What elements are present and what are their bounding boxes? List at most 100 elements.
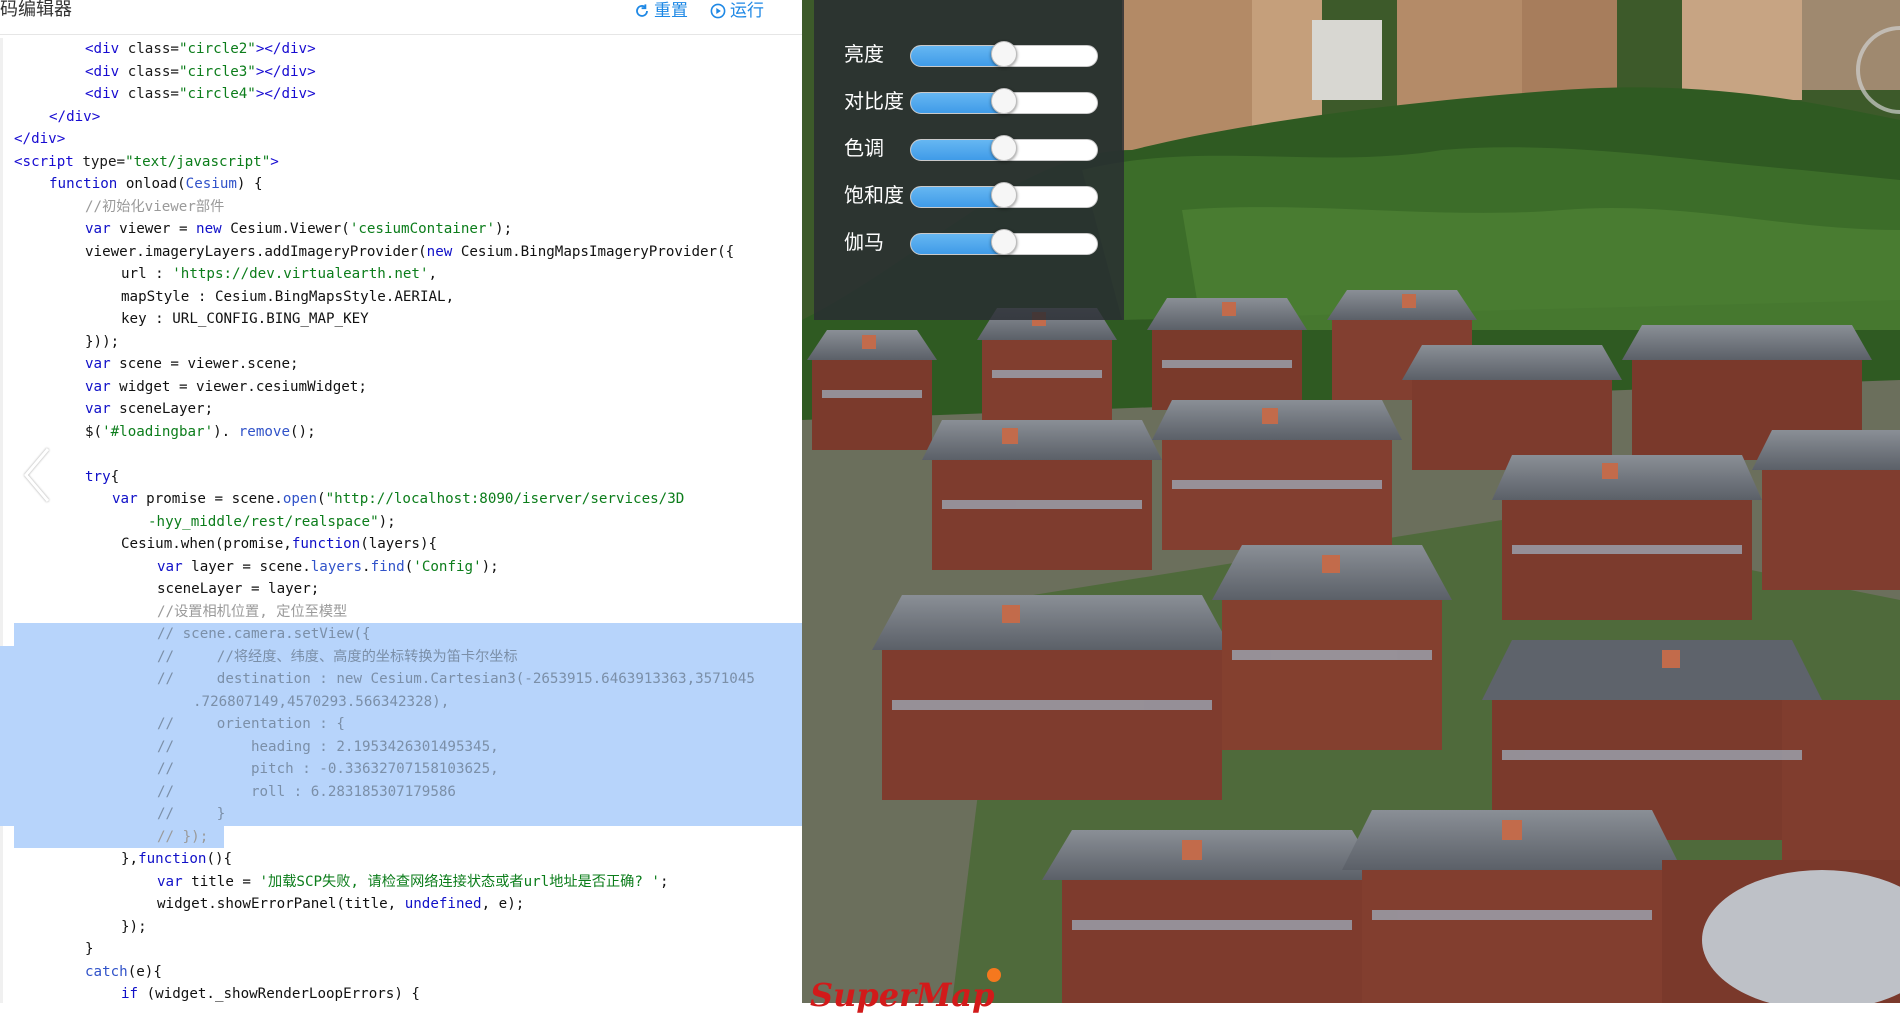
code-token: //设置相机位置, 定位至模型 [157,603,348,620]
code-line[interactable]: viewer.imageryLayers.addImageryProvider(… [0,241,802,264]
code-line[interactable]: })); [0,331,802,354]
code-text: var widget = viewer.cesiumWidget; [85,376,367,399]
code-line[interactable]: </div> [0,106,802,129]
code-line[interactable]: // } [0,803,802,826]
code-token: try [85,468,111,485]
code-line[interactable]: <div class="circle4"></div> [0,83,802,106]
code-editor[interactable]: 码编辑器 重置 运行 <div class="circle2"></div> <d… [0,0,802,1003]
code-token: (e){ [127,963,162,980]
code-token: . [362,558,371,575]
code-token: var [157,558,192,575]
code-area[interactable]: <div class="circle2"></div> <div class="c… [0,38,802,1003]
code-token: 'https://dev.virtualearth.net' [172,266,429,282]
run-button[interactable]: 运行 [710,0,764,22]
code-line[interactable]: <script type="text/javascript"> [0,151,802,174]
code-line[interactable]: // destination : new Cesium.Cartesian3(-… [0,668,802,691]
code-line[interactable]: var sceneLayer; [0,398,802,421]
code-token: { [110,468,120,485]
code-line[interactable]: </div> [0,128,802,151]
code-line[interactable]: // heading : 2.1953426301495345, [0,735,802,758]
code-line[interactable]: url : 'https://dev.virtualearth.net', [0,263,802,286]
code-line[interactable]: // scene.camera.setView({ [14,623,802,646]
code-text: sceneLayer = layer; [157,578,319,601]
code-token: ); [495,221,513,237]
code-token: sceneLayer; [119,401,214,417]
code-line[interactable]: var title = '加载SCP失败, 请检查网络连接状态或者url地址是否… [0,871,802,894]
chevron-left-icon[interactable] [22,445,52,505]
code-token: })); [85,333,120,350]
code-line[interactable]: // //将经度、纬度、高度的坐标转换为笛卡尔坐标 [0,645,802,668]
code-line[interactable]: catch(e){ [0,961,802,984]
slider-handle[interactable] [991,41,1017,67]
slider-label: 亮度 [844,42,884,66]
slider-handle[interactable] [991,182,1017,208]
code-token: promise = scene. [146,491,283,507]
reset-button[interactable]: 重置 [634,0,688,22]
code-text: </div> [49,106,100,129]
code-line[interactable] [0,443,802,466]
code-line[interactable]: function onload(Cesium) { [0,173,802,196]
code-line[interactable]: // roll : 6.283185307179586 [0,780,802,803]
code-line[interactable]: .726807149,4570293.566342328), [0,690,802,713]
code-token: , [428,266,438,282]
code-line[interactable]: //设置相机位置, 定位至模型 [0,601,802,624]
code-line[interactable]: var widget = viewer.cesiumWidget; [0,376,802,399]
code-token: key : URL_CONFIG.BING_MAP_KEY [121,311,369,327]
code-token: // } [157,806,226,822]
code-line[interactable]: <div class="circle3"></div> [0,61,802,84]
code-text: }); [121,916,147,939]
code-line[interactable]: -hyy_middle/rest/realspace"); [0,511,802,534]
code-line[interactable]: // }); [14,825,802,848]
code-token: } [85,941,94,957]
code-line[interactable]: //初始化viewer部件 [0,196,802,219]
code-line[interactable]: try{ [0,466,802,489]
code-text: Cesium.when(promise,function(layers){ [121,533,437,556]
code-line[interactable]: var viewer = new Cesium.Viewer('cesiumCo… [0,218,802,241]
code-line[interactable]: Cesium.when(promise,function(layers){ [0,533,802,556]
code-token: (); [290,423,316,440]
code-token: catch [85,963,128,980]
code-line[interactable]: if (widget._showRenderLoopErrors) { [0,983,802,1003]
code-line[interactable]: $('#loadingbar'). remove(); [0,421,802,444]
code-token: "circle2" [178,41,256,57]
code-token: .726807149,4570293.566342328), [193,693,450,710]
code-line[interactable]: },function(){ [0,848,802,871]
code-text: // } [157,803,225,826]
code-line[interactable]: mapStyle : Cesium.BingMapsStyle.AERIAL, [0,286,802,309]
code-token: </div> [14,131,66,147]
slider-row: 亮度 [814,34,1124,74]
code-text: function onload(Cesium) { [49,173,263,196]
slider-handle[interactable] [991,135,1017,161]
code-line[interactable]: widget.showErrorPanel(title, undefined, … [0,893,802,916]
code-line[interactable]: key : URL_CONFIG.BING_MAP_KEY [0,308,802,331]
slider-handle[interactable] [991,88,1017,114]
code-line[interactable]: var promise = scene.open("http://localho… [0,488,802,511]
code-text: <div class="circle3"></div> [85,61,316,84]
code-token: Cesium.Viewer( [230,221,350,237]
code-line[interactable]: <div class="circle2"></div> [0,38,802,61]
code-token: function [138,851,207,867]
code-text: //初始化viewer部件 [85,196,224,219]
code-line[interactable]: var layer = scene.layers.find('Config'); [0,556,802,579]
slider-handle[interactable] [991,229,1017,255]
code-line[interactable]: var scene = viewer.scene; [0,353,802,376]
editor-title: 码编辑器 [0,0,72,20]
code-token: > [270,153,279,170]
code-token: // orientation : { [157,716,345,732]
code-line[interactable]: }); [0,916,802,939]
code-token: layers [310,558,363,575]
code-token: widget.showErrorPanel(title, [157,896,405,912]
code-line[interactable]: // pitch : -0.33632707158103625, [0,758,802,781]
code-token: ); [378,513,396,530]
slider-label: 色调 [844,136,884,160]
code-token: // }); [157,828,209,845]
code-line[interactable]: // orientation : { [0,713,802,736]
code-token: '加载SCP失败, 请检查网络连接状态或者url地址是否正确? ' [259,873,660,890]
slider-label: 饱和度 [844,183,904,207]
code-token: mapStyle : Cesium.BingMapsStyle.AERIAL, [121,288,455,305]
code-line[interactable]: } [0,938,802,961]
code-token: Cesium.BingMapsImageryProvider({ [460,243,735,260]
code-text: $('#loadingbar'). remove(); [85,421,316,444]
reset-label: 重置 [654,1,688,21]
code-line[interactable]: sceneLayer = layer; [0,578,802,601]
